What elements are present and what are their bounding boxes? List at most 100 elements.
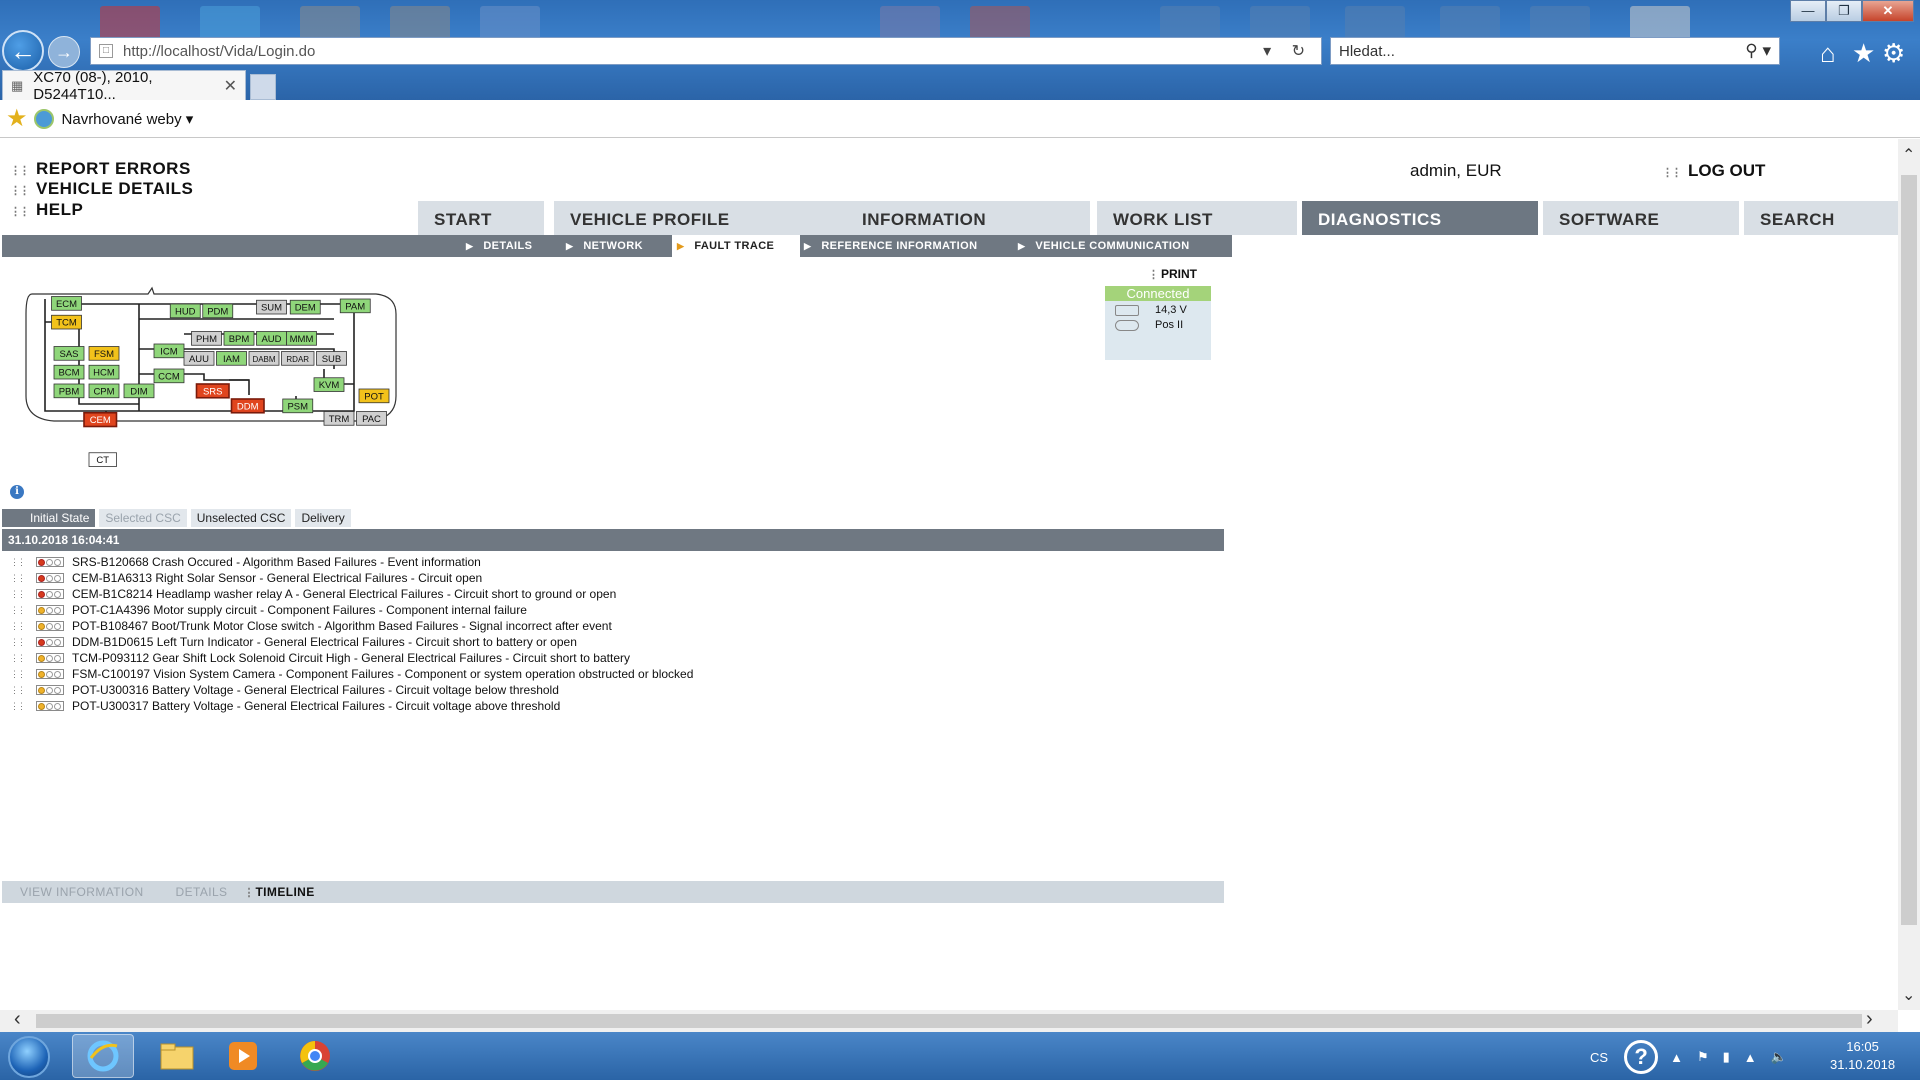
- module-auu[interactable]: AUU: [183, 351, 215, 366]
- module-pdm[interactable]: PDM: [202, 303, 234, 319]
- info-icon[interactable]: i: [10, 485, 24, 499]
- refresh-icon[interactable]: ▾ ↻: [1263, 41, 1313, 61]
- flag-icon[interactable]: ⚑: [1697, 1049, 1709, 1065]
- fault-row[interactable]: ⋮⋮ POT-B108467 Boot/Trunk Motor Close swi…: [10, 618, 693, 634]
- help-link[interactable]: ⋮⋮ HELP: [10, 200, 83, 220]
- horizontal-scrollbar[interactable]: ‹ ›: [0, 1008, 1898, 1032]
- vehicle-details-link[interactable]: ⋮⋮ VEHICLE DETAILS: [10, 179, 193, 199]
- close-tab-icon[interactable]: ✕: [224, 76, 237, 96]
- show-hidden-icons-icon[interactable]: ▲: [1670, 1050, 1683, 1065]
- help-icon[interactable]: ?: [1624, 1040, 1659, 1074]
- scroll-left-icon[interactable]: ‹: [14, 1008, 21, 1031]
- module-dem[interactable]: DEM: [289, 299, 321, 315]
- forward-button[interactable]: →: [48, 36, 80, 68]
- module-bcm[interactable]: BCM: [53, 364, 85, 380]
- volume-icon[interactable]: 🔈: [1771, 1049, 1787, 1065]
- scroll-thumb[interactable]: [36, 1014, 1862, 1028]
- module-pam[interactable]: PAM: [339, 298, 371, 314]
- maximize-button[interactable]: ❐: [1826, 0, 1862, 22]
- module-tcm[interactable]: TCM: [51, 314, 82, 330]
- module-icm[interactable]: ICM: [153, 343, 185, 359]
- module-kvm[interactable]: KVM: [313, 377, 345, 392]
- close-window-button[interactable]: ✕: [1862, 0, 1914, 22]
- tab-initial-state[interactable]: Initial State: [2, 509, 96, 527]
- module-hcm[interactable]: HCM: [88, 364, 120, 380]
- module-pbm[interactable]: PBM: [53, 383, 85, 399]
- fault-row[interactable]: ⋮⋮ CEM-B1C8214 Headlamp washer relay A - …: [10, 586, 693, 602]
- module-pac[interactable]: PAC: [356, 411, 387, 426]
- fault-row[interactable]: ⋮⋮ POT-U300317 Battery Voltage - General …: [10, 698, 693, 714]
- scroll-thumb[interactable]: [1901, 175, 1917, 925]
- explorer-taskbar-button[interactable]: [146, 1034, 208, 1078]
- module-psm[interactable]: PSM: [282, 398, 314, 414]
- subnav-fault-trace[interactable]: ▶ FAULT TRACE: [672, 235, 800, 257]
- favorites-star-icon[interactable]: ★: [6, 104, 28, 133]
- home-icon[interactable]: ⌂: [1820, 38, 1836, 69]
- module-sub[interactable]: SUB: [316, 351, 347, 366]
- fault-row[interactable]: ⋮⋮ POT-U300316 Battery Voltage - General …: [10, 682, 693, 698]
- fault-row[interactable]: ⋮⋮ SRS-B120668 Crash Occured - Algorithm …: [10, 554, 693, 570]
- module-hud[interactable]: HUD: [169, 303, 201, 319]
- clock[interactable]: 16:05 31.10.2018: [1830, 1038, 1895, 1074]
- fault-row[interactable]: ⋮⋮ CEM-B1A6313 Right Solar Sensor - Gener…: [10, 570, 693, 586]
- internet-explorer-taskbar-button[interactable]: [72, 1034, 134, 1078]
- module-mmm[interactable]: MMM: [286, 331, 317, 346]
- tab-search[interactable]: SEARCH: [1744, 201, 1898, 235]
- module-iam[interactable]: IAM: [216, 351, 247, 366]
- module-ecm[interactable]: ECM: [51, 296, 82, 311]
- network-signal-icon[interactable]: ▲: [1744, 1050, 1757, 1065]
- module-dabm[interactable]: DABM: [248, 351, 280, 366]
- tab-vehicle-profile[interactable]: VEHICLE PROFILE: [554, 201, 846, 235]
- chrome-taskbar-button[interactable]: [284, 1034, 346, 1078]
- tab-delivery[interactable]: Delivery: [295, 509, 351, 527]
- tab-unselected-csc[interactable]: Unselected CSC: [190, 509, 292, 527]
- search-icon[interactable]: ⚲ ▾: [1745, 41, 1771, 61]
- tab-start[interactable]: START: [418, 201, 544, 235]
- fault-row[interactable]: ⋮⋮ POT-C1A4396 Motor supply circuit - Com…: [10, 602, 693, 618]
- language-indicator[interactable]: CS: [1590, 1050, 1608, 1065]
- battery-icon[interactable]: ▮: [1723, 1049, 1730, 1065]
- scroll-up-icon[interactable]: ⌃: [1902, 145, 1915, 165]
- subnav-vehicle-communication[interactable]: ▶ VEHICLE COMMUNICATION: [1018, 235, 1190, 257]
- module-trm[interactable]: TRM: [323, 411, 355, 426]
- tab-software[interactable]: SOFTWARE: [1543, 201, 1739, 235]
- module-phm[interactable]: PHM: [191, 331, 222, 346]
- tab-work-list[interactable]: WORK LIST: [1097, 201, 1297, 235]
- tab-information[interactable]: INFORMATION: [846, 201, 1090, 235]
- media-player-taskbar-button[interactable]: [212, 1034, 274, 1078]
- favorites-star-icon[interactable]: ★: [1852, 38, 1875, 69]
- fault-row[interactable]: ⋮⋮ FSM-C100197 Vision System Camera - Com…: [10, 666, 693, 682]
- module-ccm[interactable]: CCM: [153, 368, 185, 384]
- tab-diagnostics[interactable]: DIAGNOSTICS: [1302, 201, 1538, 235]
- module-sas[interactable]: SAS: [53, 346, 85, 361]
- module-cpm[interactable]: CPM: [88, 383, 120, 399]
- fault-row[interactable]: ⋮⋮ TCM-P093112 Gear Shift Lock Solenoid C…: [10, 650, 693, 666]
- report-errors-link[interactable]: ⋮⋮ REPORT ERRORS: [10, 159, 191, 179]
- module-srs[interactable]: SRS: [195, 383, 230, 399]
- back-button[interactable]: ←: [2, 30, 44, 72]
- module-pot[interactable]: POT: [358, 388, 390, 404]
- address-bar[interactable]: □ http://localhost/Vida/Login.do ▾ ↻: [90, 37, 1322, 65]
- module-rdar[interactable]: RDAR: [281, 351, 315, 366]
- new-tab-button[interactable]: [250, 74, 276, 100]
- suggested-sites-link[interactable]: Navrhované weby ▾: [62, 110, 194, 128]
- minimize-button[interactable]: —: [1790, 0, 1826, 22]
- module-fsm[interactable]: FSM: [88, 346, 120, 361]
- gear-icon[interactable]: ⚙: [1882, 38, 1905, 69]
- print-link[interactable]: ⋮ PRINT: [1148, 267, 1197, 281]
- subnav-details[interactable]: ▶ DETAILS: [466, 235, 532, 257]
- module-ct[interactable]: CT: [88, 452, 117, 467]
- module-cem[interactable]: CEM: [83, 411, 118, 428]
- scroll-right-icon[interactable]: ›: [1866, 1008, 1873, 1031]
- browser-search-input[interactable]: Hledat... ⚲ ▾: [1330, 37, 1780, 65]
- logout-link[interactable]: ⋮⋮ LOG OUT: [1662, 161, 1765, 181]
- fault-row[interactable]: ⋮⋮ DDM-B1D0615 Left Turn Indicator - Gene…: [10, 634, 693, 650]
- scroll-down-icon[interactable]: ⌄: [1902, 985, 1915, 1005]
- module-ddm[interactable]: DDM: [230, 398, 265, 414]
- module-dim[interactable]: DIM: [123, 383, 155, 399]
- module-aud[interactable]: AUD: [256, 331, 287, 346]
- module-sum[interactable]: SUM: [256, 299, 287, 315]
- subnav-network[interactable]: ▶ NETWORK: [566, 235, 643, 257]
- subnav-reference-information[interactable]: ▶ REFERENCE INFORMATION: [804, 235, 977, 257]
- vertical-scrollbar[interactable]: ⌃ ⌄: [1898, 139, 1920, 1010]
